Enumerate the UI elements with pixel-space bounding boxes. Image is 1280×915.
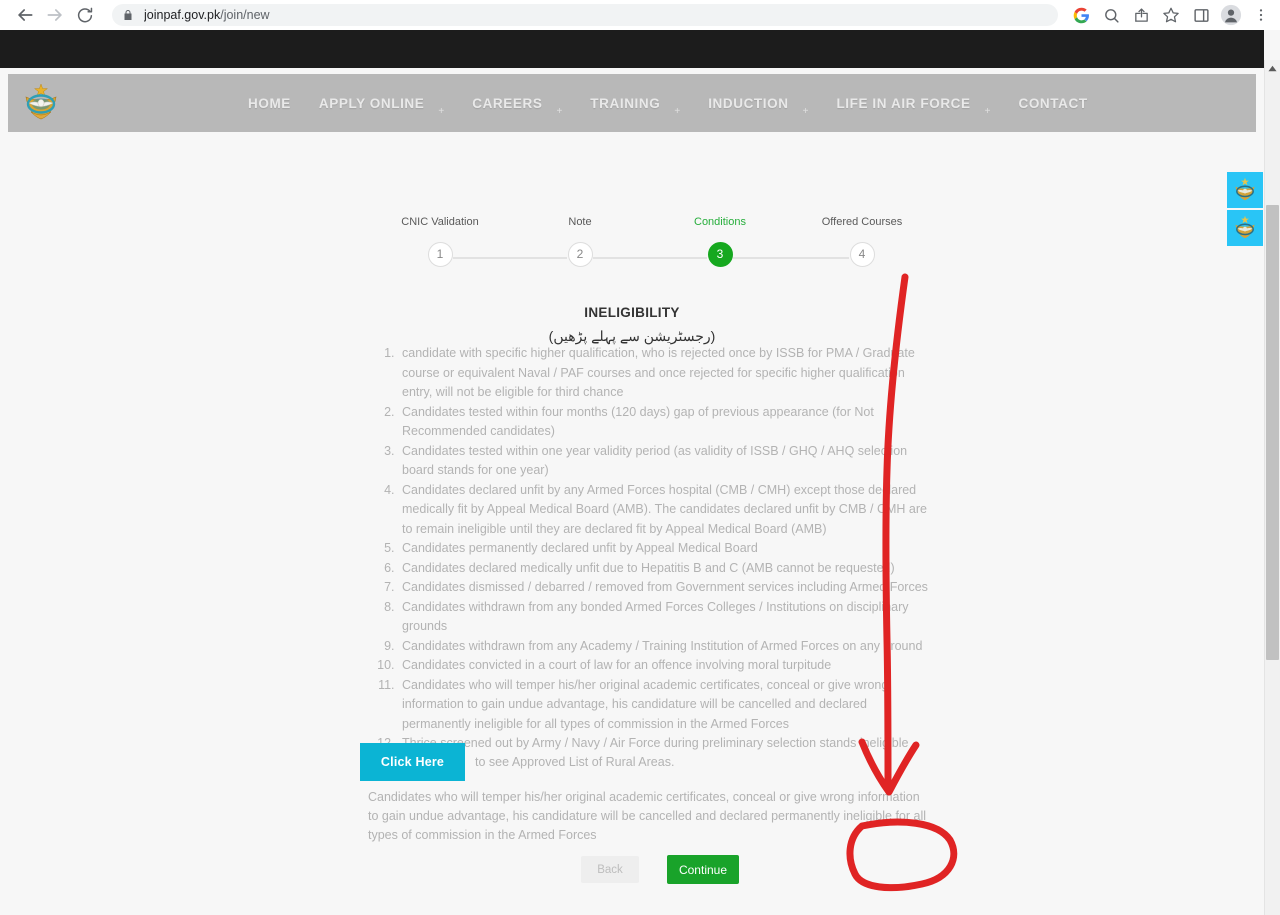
stepper-step-3[interactable]: Conditions 3 — [640, 216, 800, 267]
nav-link-life-in-air-force[interactable]: LIFE IN AIR FORCE — [822, 96, 984, 111]
nav-submenu-plus-icon[interactable]: + — [803, 106, 823, 117]
search-icon[interactable] — [1096, 0, 1126, 30]
browser-reload-icon[interactable] — [70, 0, 100, 30]
paf-crest-logo-icon[interactable] — [18, 80, 64, 126]
ineligibility-item: Candidates withdrawn from any Academy / … — [398, 637, 936, 657]
page-title: INELIGIBILITY — [584, 305, 680, 320]
ineligibility-item: Candidates dismissed / debarred / remove… — [398, 578, 936, 598]
urdu-subtitle: (رجسٹریشن سے پہلے پڑھیں) — [548, 328, 716, 344]
stepper-step-label: CNIC Validation — [401, 216, 479, 228]
scrollbar-up-arrow-icon[interactable] — [1265, 60, 1280, 76]
nav-link-careers[interactable]: CAREERS — [458, 96, 556, 111]
address-bar[interactable]: joinpaf.gov.pk/join/new — [112, 4, 1058, 26]
stepper-connector-line — [453, 257, 567, 259]
ineligibility-item: Candidates withdrawn from any bonded Arm… — [398, 598, 936, 637]
stepper-step-2[interactable]: Note 2 — [500, 216, 660, 267]
paf-crest-widget-2[interactable] — [1227, 210, 1263, 246]
paf-crest-widget-1[interactable] — [1227, 172, 1263, 208]
rural-areas-row: Click Here to see Approved List of Rural… — [360, 743, 940, 781]
stepper-step-label: Note — [568, 216, 592, 228]
registration-content-card: CNIC Validation 1 Note 2 Conditions 3 Offered … — [8, 148, 1256, 908]
stepper-connector-line — [733, 257, 849, 259]
stepper-step-label: Conditions — [694, 216, 746, 228]
form-footer-buttons: Back Continue — [8, 855, 1256, 884]
nav-link-apply-online[interactable]: APPLY ONLINE — [305, 96, 438, 111]
stepper-connector-line — [593, 257, 707, 259]
nav-submenu-plus-icon[interactable]: + — [674, 106, 694, 117]
ineligibility-item: candidate with specific higher qualifica… — [398, 344, 936, 403]
registration-stepper: CNIC Validation 1 Note 2 Conditions 3 Offered … — [8, 216, 1256, 276]
lock-icon — [122, 9, 134, 21]
stepper-step-number: 3 — [707, 242, 733, 267]
ineligibility-item: Candidates permanently declared unfit by… — [398, 539, 936, 559]
stepper-step-number: 2 — [567, 242, 593, 267]
floating-side-widgets — [1227, 172, 1263, 248]
browser-forward-icon[interactable] — [40, 0, 70, 30]
ineligibility-item: Candidates convicted in a court of law f… — [398, 656, 936, 676]
nav-link-training[interactable]: TRAINING — [576, 96, 674, 111]
page-viewport: HOME APPLY ONLINE + CAREERS + TRAINING + INDUCT… — [0, 30, 1280, 915]
rural-areas-note: to see Approved List of Rural Areas. — [475, 755, 675, 769]
browser-toolbar: joinpaf.gov.pk/join/new — [0, 0, 1280, 30]
ineligibility-list: candidate with specific higher qualifica… — [376, 344, 936, 754]
stepper-step-label: Offered Courses — [821, 216, 903, 228]
nav-submenu-plus-icon[interactable]: + — [985, 106, 1005, 117]
scrollbar-thumb[interactable] — [1266, 205, 1279, 660]
click-here-button[interactable]: Click Here — [360, 743, 465, 781]
stepper-step-1[interactable]: CNIC Validation 1 — [360, 216, 520, 267]
page-scrollbar[interactable] — [1264, 60, 1280, 915]
ineligibility-item: Candidates tested within four months (12… — [398, 403, 936, 442]
browser-action-icons — [1066, 0, 1276, 30]
nav-menu: HOME APPLY ONLINE + CAREERS + TRAINING + INDUCT… — [234, 90, 1102, 117]
ineligibility-item: Candidates declared medically unfit due … — [398, 559, 936, 579]
browser-back-icon[interactable] — [10, 0, 40, 30]
chrome-menu-icon[interactable] — [1246, 0, 1276, 30]
ineligibility-item: Candidates tested within one year validi… — [398, 442, 936, 481]
side-panel-icon[interactable] — [1186, 0, 1216, 30]
ineligibility-item: Candidates who will temper his/her origi… — [398, 676, 936, 735]
nav-link-home[interactable]: HOME — [234, 96, 305, 111]
bookmark-star-icon[interactable] — [1156, 0, 1186, 30]
stepper-step-number: 1 — [427, 242, 453, 267]
stepper-step-4[interactable]: Offered Courses 4 — [782, 216, 942, 267]
nav-link-induction[interactable]: INDUCTION — [694, 96, 802, 111]
url-text: joinpaf.gov.pk/join/new — [144, 8, 270, 22]
back-button[interactable]: Back — [581, 856, 639, 883]
continue-button[interactable]: Continue — [667, 855, 739, 884]
google-lens-icon[interactable] — [1066, 0, 1096, 30]
site-navigation-bar: HOME APPLY ONLINE + CAREERS + TRAINING + INDUCT… — [8, 74, 1256, 132]
stepper-step-number: 4 — [849, 242, 875, 267]
share-icon[interactable] — [1126, 0, 1156, 30]
profile-avatar-icon[interactable] — [1216, 0, 1246, 30]
nav-submenu-plus-icon[interactable]: + — [556, 106, 576, 117]
tamper-warning-text: Candidates who will temper his/her origi… — [368, 790, 927, 842]
ineligibility-item: Candidates declared unfit by any Armed F… — [398, 481, 936, 540]
site-topbar-dark — [0, 30, 1264, 68]
nav-link-contact[interactable]: CONTACT — [1004, 96, 1101, 111]
nav-submenu-plus-icon[interactable]: + — [438, 106, 458, 117]
